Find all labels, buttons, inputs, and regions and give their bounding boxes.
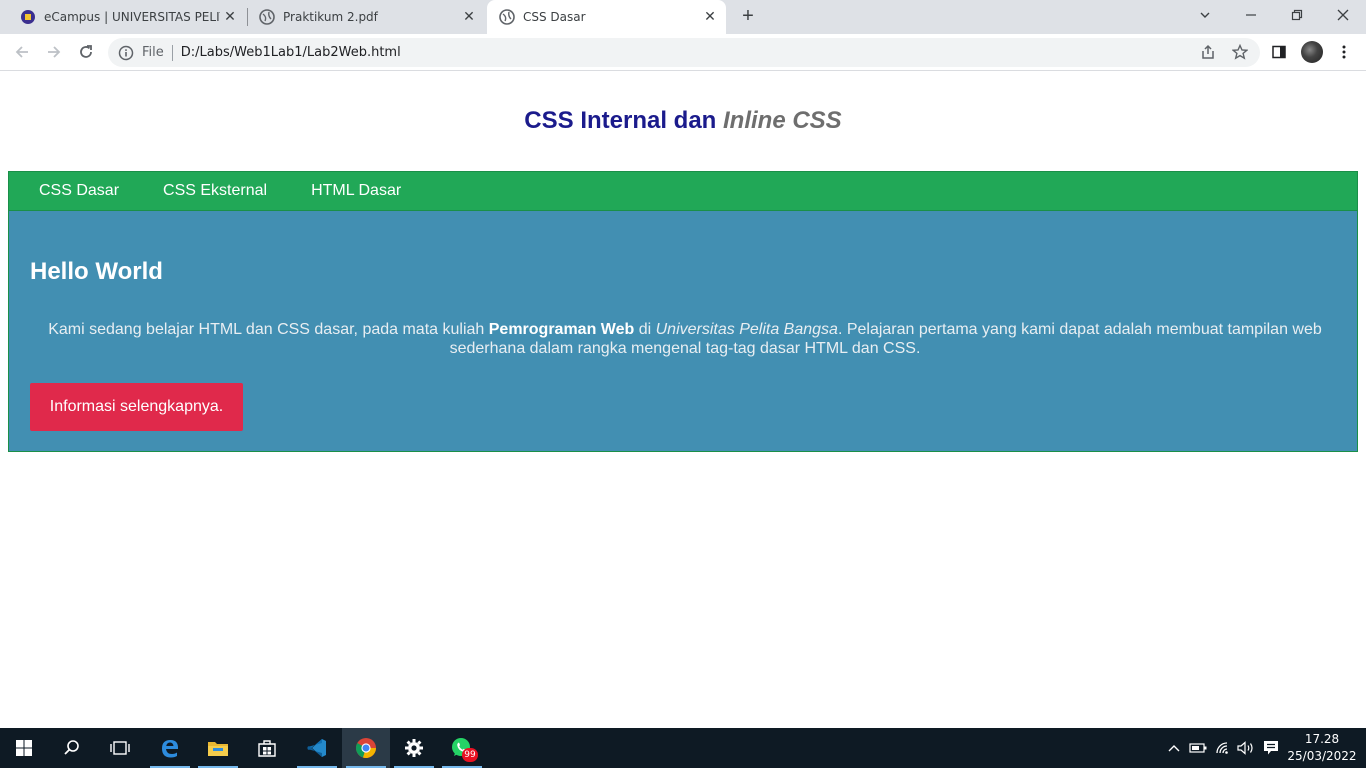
restore-icon[interactable] [1274, 0, 1320, 30]
nav-link-css-dasar[interactable]: CSS Dasar [17, 182, 141, 200]
battery-icon[interactable] [1186, 728, 1210, 768]
wifi-icon[interactable] [1211, 728, 1235, 768]
hero-heading: Hello World [30, 258, 163, 285]
page-title: CSS Internal dan Inline CSS [0, 107, 1366, 135]
share-icon[interactable] [1198, 42, 1218, 62]
start-windows-icon[interactable] [0, 728, 48, 768]
tab-title: eCampus | UNIVERSITAS PELITA BANGSA [44, 10, 220, 24]
scheme-label: File [142, 45, 164, 60]
tab-css-dasar[interactable]: CSS Dasar ✕ [487, 0, 726, 34]
divider [171, 44, 173, 61]
vscode-icon[interactable] [293, 728, 341, 768]
menu-kebab-icon[interactable] [1334, 42, 1354, 62]
hero-text-part: di [634, 321, 656, 338]
tab-search-chevron-icon[interactable] [1182, 0, 1228, 30]
browser-tab-strip: eCampus | UNIVERSITAS PELITA BANGSA ✕ Pr… [0, 0, 1366, 34]
tab-close-icon[interactable]: ✕ [220, 9, 240, 25]
notification-badge: 99 [462, 748, 478, 762]
tab-title: CSS Dasar [523, 10, 586, 24]
search-icon[interactable] [48, 728, 96, 768]
forward-arrow-icon[interactable] [42, 40, 66, 64]
close-window-icon[interactable] [1320, 0, 1366, 30]
hero-text: Kami sedang belajar HTML dan CSS dasar, … [30, 320, 1340, 358]
tab-praktikum-pdf[interactable]: Praktikum 2.pdf ✕ [247, 0, 485, 34]
tab-ecampus[interactable]: eCampus | UNIVERSITAS PELITA BANGSA ✕ [8, 0, 246, 34]
windows-taskbar: 99 17.28 25/03/2022 [0, 728, 1366, 768]
tab-close-icon[interactable]: ✕ [700, 9, 720, 25]
new-tab-button[interactable]: + [736, 5, 760, 29]
minimize-icon[interactable] [1228, 0, 1274, 30]
hero-text-part: Kami sedang belajar HTML dan CSS dasar, … [48, 321, 489, 338]
clock-time: 17.28 [1304, 732, 1340, 746]
url-text[interactable]: D:/Labs/Web1Lab1/Lab2Web.html [181, 45, 401, 60]
globe-icon [259, 9, 275, 25]
profile-avatar[interactable] [1301, 41, 1323, 63]
file-explorer-icon[interactable] [194, 728, 242, 768]
bookmark-star-icon[interactable] [1230, 42, 1250, 62]
hero-section: Hello World Kami sedang belajar HTML dan… [8, 211, 1358, 452]
reload-icon[interactable] [74, 40, 98, 64]
address-bar[interactable]: File D:/Labs/Web1Lab1/Lab2Web.html [108, 38, 1260, 67]
hero-text-bold: Pemrograman Web [488, 321, 635, 338]
main-nav: CSS Dasar CSS Eksternal HTML Dasar [8, 171, 1358, 211]
more-info-button[interactable]: Informasi selengkapnya. [30, 383, 243, 431]
tab-title: Praktikum 2.pdf [283, 10, 378, 24]
store-icon[interactable] [243, 728, 291, 768]
edge-browser-icon[interactable] [146, 728, 194, 768]
page-title-plain: CSS Internal dan [524, 107, 723, 134]
nav-link-css-eksternal[interactable]: CSS Eksternal [141, 182, 289, 200]
university-logo-icon [21, 10, 35, 24]
chevron-up-icon[interactable] [1162, 728, 1186, 768]
nav-link-html-dasar[interactable]: HTML Dasar [289, 182, 423, 200]
settings-gear-icon[interactable] [390, 728, 438, 768]
whatsapp-icon[interactable]: 99 [438, 728, 486, 768]
hero-text-italic: Universitas Pelita Bangsa [655, 321, 838, 338]
side-panel-icon[interactable] [1269, 42, 1289, 62]
web-page: CSS Internal dan Inline CSS CSS Dasar CS… [0, 71, 1366, 728]
globe-icon [499, 9, 515, 25]
volume-icon[interactable] [1234, 728, 1258, 768]
browser-toolbar: File D:/Labs/Web1Lab1/Lab2Web.html [0, 34, 1366, 71]
notifications-icon[interactable] [1258, 728, 1284, 768]
clock-date: 25/03/2022 [1287, 749, 1357, 763]
chrome-icon[interactable] [342, 728, 390, 768]
info-icon[interactable] [118, 45, 134, 61]
page-title-italic: Inline CSS [723, 107, 842, 134]
system-clock[interactable]: 17.28 25/03/2022 [1286, 731, 1358, 765]
tab-close-icon[interactable]: ✕ [459, 9, 479, 25]
back-arrow-icon[interactable] [10, 40, 34, 64]
task-view-icon[interactable] [96, 728, 144, 768]
